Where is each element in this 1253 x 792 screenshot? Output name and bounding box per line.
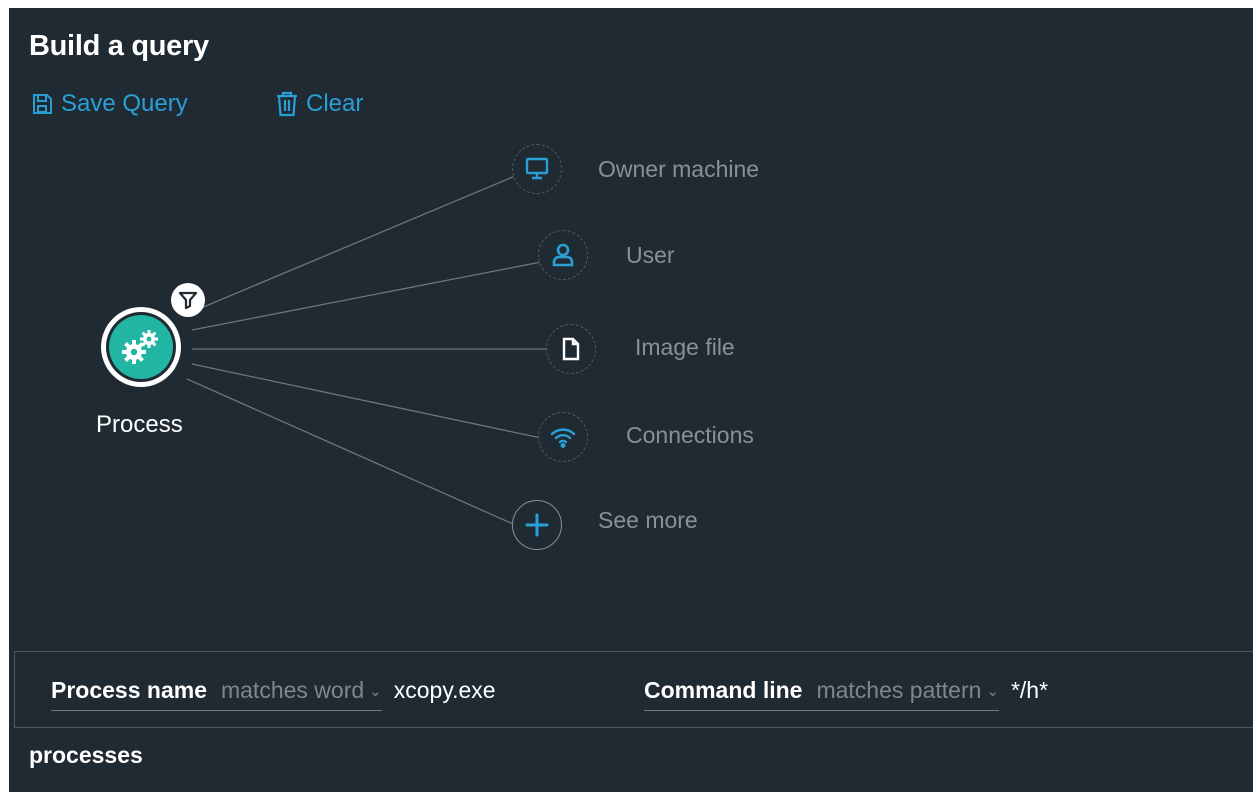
chevron-down-icon[interactable]: ⌄ [369, 682, 382, 700]
filter-condition: Process name matches word ⌄ xcopy.exe [51, 677, 496, 717]
connector-user [191, 261, 542, 331]
relationship-graph [186, 175, 549, 525]
file-icon [562, 337, 580, 361]
filter-field-name: Command line [644, 677, 803, 703]
user-icon [552, 243, 574, 267]
filter-icon [178, 291, 198, 310]
wifi-icon [550, 428, 576, 448]
node-owner-machine[interactable] [512, 144, 562, 194]
node-connections[interactable] [538, 412, 588, 462]
node-connections-label: Connections [626, 422, 754, 448]
gears-icon [122, 330, 158, 364]
connector-connections [191, 363, 542, 439]
filter-value[interactable]: xcopy.exe [394, 677, 496, 704]
see-more-button[interactable] [512, 500, 562, 550]
node-user-label: User [626, 242, 675, 268]
process-node[interactable] [101, 307, 181, 387]
process-node-label: Process [96, 411, 183, 438]
monitor-icon [525, 157, 549, 180]
node-image-file-label: Image file [635, 334, 735, 360]
query-builder-panel: Build a query Save Query Clear Owner mac… [9, 8, 1253, 792]
connector-owner-machine [193, 175, 516, 312]
node-user[interactable] [538, 230, 588, 280]
process-node-core [109, 315, 173, 379]
filter-operator-dropdown[interactable]: matches word [221, 677, 364, 704]
filter-condition: Command line matches pattern ⌄ */h* [644, 677, 1048, 717]
filter-field-selector[interactable]: Process name matches word ⌄ [51, 677, 382, 711]
see-more-label: See more [598, 507, 698, 533]
filter-badge[interactable] [171, 283, 205, 317]
filter-value[interactable]: */h* [1011, 677, 1048, 704]
chevron-down-icon[interactable]: ⌄ [986, 682, 999, 700]
connector-see-more [186, 378, 514, 525]
node-owner-machine-label: Owner machine [598, 156, 760, 182]
process-node-ring [106, 312, 176, 382]
filter-field-name: Process name [51, 677, 207, 703]
node-image-file[interactable] [546, 324, 596, 374]
filter-operator-dropdown[interactable]: matches pattern [816, 677, 981, 704]
filter-field-selector[interactable]: Command line matches pattern ⌄ [644, 677, 999, 711]
plus-icon [525, 513, 549, 537]
result-type-label: processes [29, 742, 143, 768]
